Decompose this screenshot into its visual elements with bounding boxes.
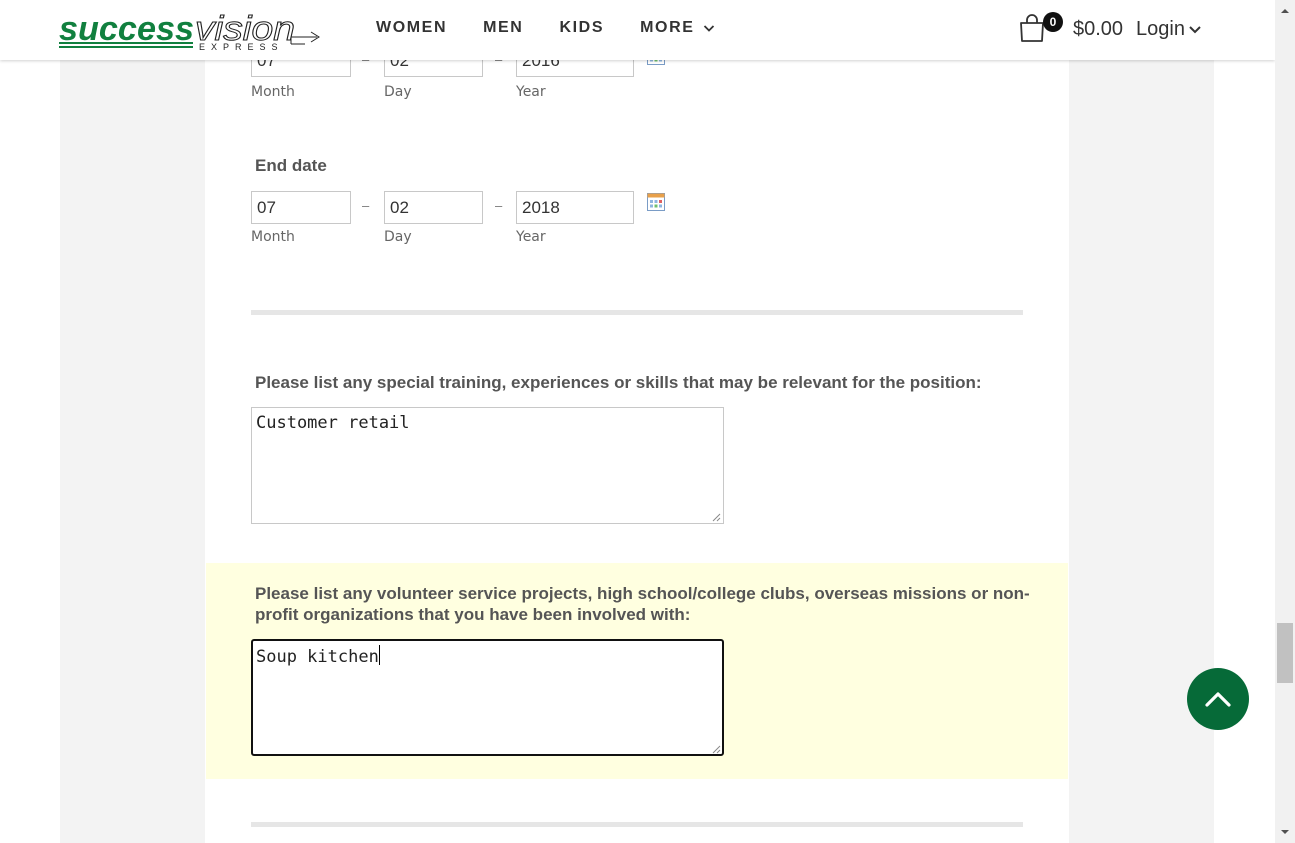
volunteer-textarea[interactable]: Soup kitchen xyxy=(251,639,724,756)
left-gutter xyxy=(60,0,205,843)
site-header: success vision EXPRESS WOMEN MEN KIDS MO… xyxy=(0,0,1275,60)
scroll-down-arrow[interactable] xyxy=(1275,823,1295,840)
end-date-day-input[interactable]: 02 xyxy=(384,191,483,224)
svg-text:EXPRESS: EXPRESS xyxy=(199,42,284,52)
page-viewport: 07 – 02 – 2016 Month Day Year End date 0… xyxy=(0,0,1275,843)
date-separator: – xyxy=(362,198,370,213)
nav-more-label: MORE xyxy=(640,19,695,36)
scroll-up-arrow[interactable] xyxy=(1275,2,1295,19)
nav-kids[interactable]: KIDS xyxy=(559,18,604,38)
main-nav: WOMEN MEN KIDS MORE xyxy=(376,18,715,38)
volunteer-question-label: Please list any volunteer service projec… xyxy=(255,584,1030,624)
skills-question-label: Please list any special training, experi… xyxy=(255,373,982,392)
calendar-icon[interactable] xyxy=(647,193,665,211)
month-sublabel: Month xyxy=(251,84,295,100)
cart-total[interactable]: $0.00 xyxy=(1073,18,1123,41)
year-sublabel: Year xyxy=(516,229,546,245)
year-sublabel: Year xyxy=(516,84,546,100)
triangle-down-icon xyxy=(1281,829,1289,834)
page-scrollbar[interactable] xyxy=(1275,0,1295,843)
end-date-month-input[interactable]: 07 xyxy=(251,191,351,224)
nav-men[interactable]: MEN xyxy=(483,18,523,38)
text-caret xyxy=(378,645,380,665)
skills-textarea[interactable]: Customer retail xyxy=(251,407,724,524)
resize-grip-icon[interactable] xyxy=(711,744,721,754)
login-label: Login xyxy=(1136,18,1185,40)
end-date-label: End date xyxy=(255,156,327,175)
login-menu[interactable]: Login xyxy=(1136,18,1202,41)
volunteer-textarea-value: Soup kitchen xyxy=(256,647,379,667)
chevron-down-icon xyxy=(1189,25,1201,33)
end-date-year-input[interactable]: 2018 xyxy=(516,191,634,224)
day-sublabel: Day xyxy=(384,84,412,100)
nav-more[interactable]: MORE xyxy=(640,18,714,38)
successvision-express-logo[interactable]: success vision EXPRESS xyxy=(59,10,321,52)
day-sublabel: Day xyxy=(384,229,412,245)
chevron-up-icon xyxy=(1205,692,1231,707)
resize-grip-icon[interactable] xyxy=(711,512,721,522)
month-sublabel: Month xyxy=(251,229,295,245)
section-divider xyxy=(251,822,1023,827)
date-separator: – xyxy=(495,198,503,213)
chevron-down-icon xyxy=(703,25,714,32)
scroll-to-top-button[interactable] xyxy=(1187,668,1249,730)
scrollbar-thumb[interactable] xyxy=(1277,623,1293,683)
triangle-up-icon xyxy=(1281,8,1289,13)
nav-women[interactable]: WOMEN xyxy=(376,18,447,38)
section-divider xyxy=(251,310,1023,315)
skills-textarea-value: Customer retail xyxy=(256,413,410,433)
cart-count-badge: 0 xyxy=(1043,12,1063,32)
